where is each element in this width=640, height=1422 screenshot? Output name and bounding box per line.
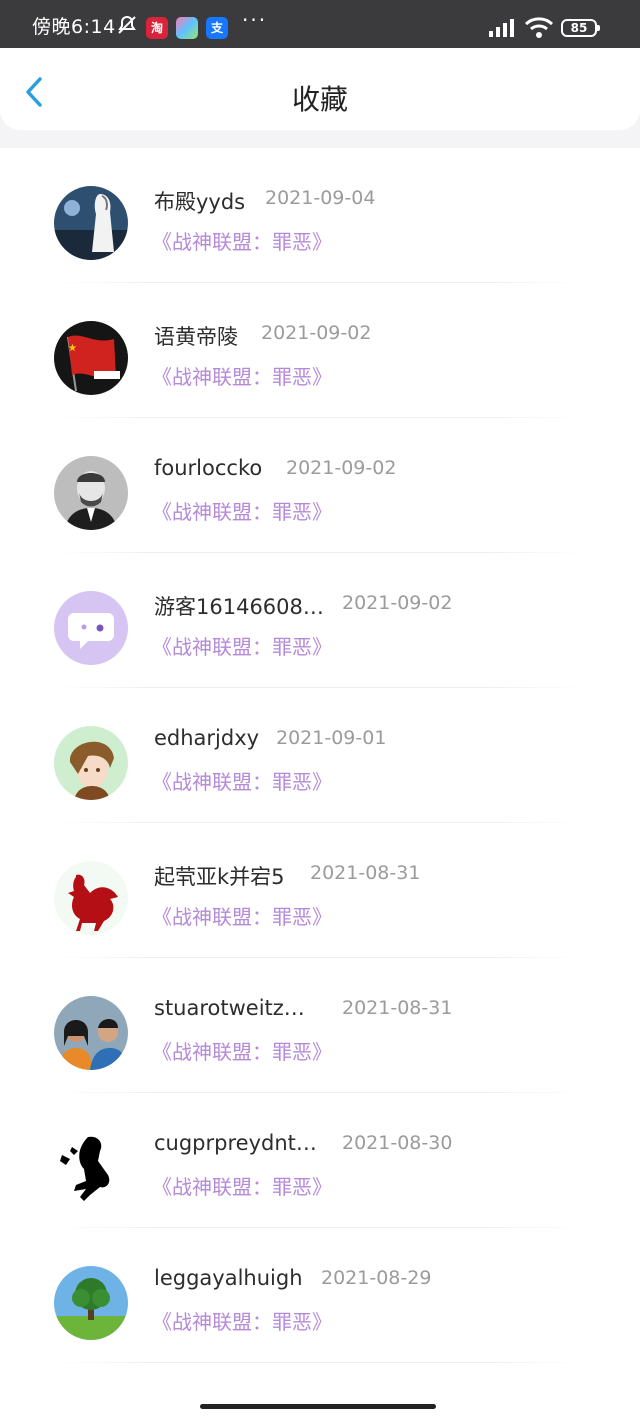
- list-item[interactable]: leggayalhuigh 2021-08-29 《战神联盟：罪恶》: [0, 1228, 640, 1363]
- favorite-date: 2021-09-02: [261, 322, 372, 344]
- list-item[interactable]: stuarotweitz… 2021-08-31 《战神联盟：罪恶》: [0, 958, 640, 1093]
- avatar[interactable]: [54, 861, 128, 935]
- avatar[interactable]: [54, 1131, 128, 1205]
- book-title[interactable]: 《战神联盟：罪恶》: [152, 631, 332, 660]
- favorite-date: 2021-09-02: [342, 592, 453, 614]
- favorite-date: 2021-08-30: [342, 1132, 453, 1154]
- list-item[interactable]: cugprpreydnt… 2021-08-30 《战神联盟：罪恶》: [0, 1093, 640, 1228]
- avatar[interactable]: ★: [54, 321, 128, 395]
- svg-text:★: ★: [68, 343, 77, 354]
- home-indicator[interactable]: [200, 1404, 436, 1409]
- avatar[interactable]: [54, 996, 128, 1070]
- user-name: 起茕亚k并宕5: [154, 865, 285, 889]
- book-title[interactable]: 《战神联盟：罪恶》: [152, 361, 332, 390]
- book-title[interactable]: 《战神联盟：罪恶》: [152, 226, 332, 255]
- mute-icon: [116, 14, 138, 40]
- favorites-list: 布殿yyds 2021-09-04 《战神联盟：罪恶》 ★ 语黄帝陵 2021-…: [0, 148, 640, 1422]
- wifi-icon: [524, 16, 554, 44]
- avatar[interactable]: [54, 726, 128, 800]
- favorite-date: 2021-09-01: [276, 727, 387, 749]
- avatar[interactable]: [54, 456, 128, 530]
- user-name: edharjdxy: [154, 726, 260, 750]
- header: 收藏: [0, 48, 640, 130]
- avatar[interactable]: [54, 186, 128, 260]
- favorite-date: 2021-08-29: [321, 1267, 432, 1289]
- list-item[interactable]: fourloccko 2021-09-02 《战神联盟：罪恶》: [0, 418, 640, 553]
- book-title[interactable]: 《战神联盟：罪恶》: [152, 1036, 332, 1065]
- user-name: fourloccko: [154, 456, 263, 480]
- divider: [54, 1362, 586, 1363]
- user-name: leggayalhuigh: [154, 1266, 303, 1290]
- book-title[interactable]: 《战神联盟：罪恶》: [152, 1171, 332, 1200]
- book-title[interactable]: 《战神联盟：罪恶》: [152, 496, 332, 525]
- book-title[interactable]: 《战神联盟：罪恶》: [152, 1306, 332, 1335]
- user-name: 游客16146608…: [154, 595, 324, 619]
- list-item[interactable]: 起茕亚k并宕5 2021-08-31 《战神联盟：罪恶》: [0, 823, 640, 958]
- user-name: cugprpreydnt…: [154, 1131, 317, 1155]
- favorite-date: 2021-08-31: [310, 862, 421, 884]
- alipay-app-icon: 支: [206, 17, 228, 39]
- book-title[interactable]: 《战神联盟：罪恶》: [152, 901, 332, 930]
- favorite-date: 2021-08-31: [342, 997, 453, 1019]
- favorite-date: 2021-09-02: [286, 457, 397, 479]
- page-title: 收藏: [291, 83, 348, 116]
- battery-indicator: 85: [561, 19, 600, 37]
- user-name: 布殿yyds: [154, 190, 246, 214]
- list-item[interactable]: ★ 语黄帝陵 2021-09-02 《战神联盟：罪恶》: [0, 283, 640, 418]
- user-name: 语黄帝陵: [154, 325, 238, 349]
- favorite-date: 2021-09-04: [265, 187, 376, 209]
- avatar[interactable]: [54, 1266, 128, 1340]
- taobao-app-icon: 淘: [146, 17, 168, 39]
- more-notifications-icon: ···: [242, 8, 268, 32]
- status-bar: 傍晚6:14 淘 支 ··· 85: [0, 0, 640, 48]
- list-item[interactable]: edharjdxy 2021-09-01 《战神联盟：罪恶》: [0, 688, 640, 823]
- user-name: stuarotweitz…: [154, 996, 305, 1020]
- signal-icon: [488, 18, 518, 42]
- list-item[interactable]: 游客16146608… 2021-09-02 《战神联盟：罪恶》: [0, 553, 640, 688]
- book-title[interactable]: 《战神联盟：罪恶》: [152, 766, 332, 795]
- status-time: 傍晚6:14: [32, 16, 116, 38]
- avatar[interactable]: [54, 591, 128, 665]
- gallery-app-icon: [176, 17, 198, 39]
- list-item[interactable]: 布殿yyds 2021-09-04 《战神联盟：罪恶》: [0, 148, 640, 283]
